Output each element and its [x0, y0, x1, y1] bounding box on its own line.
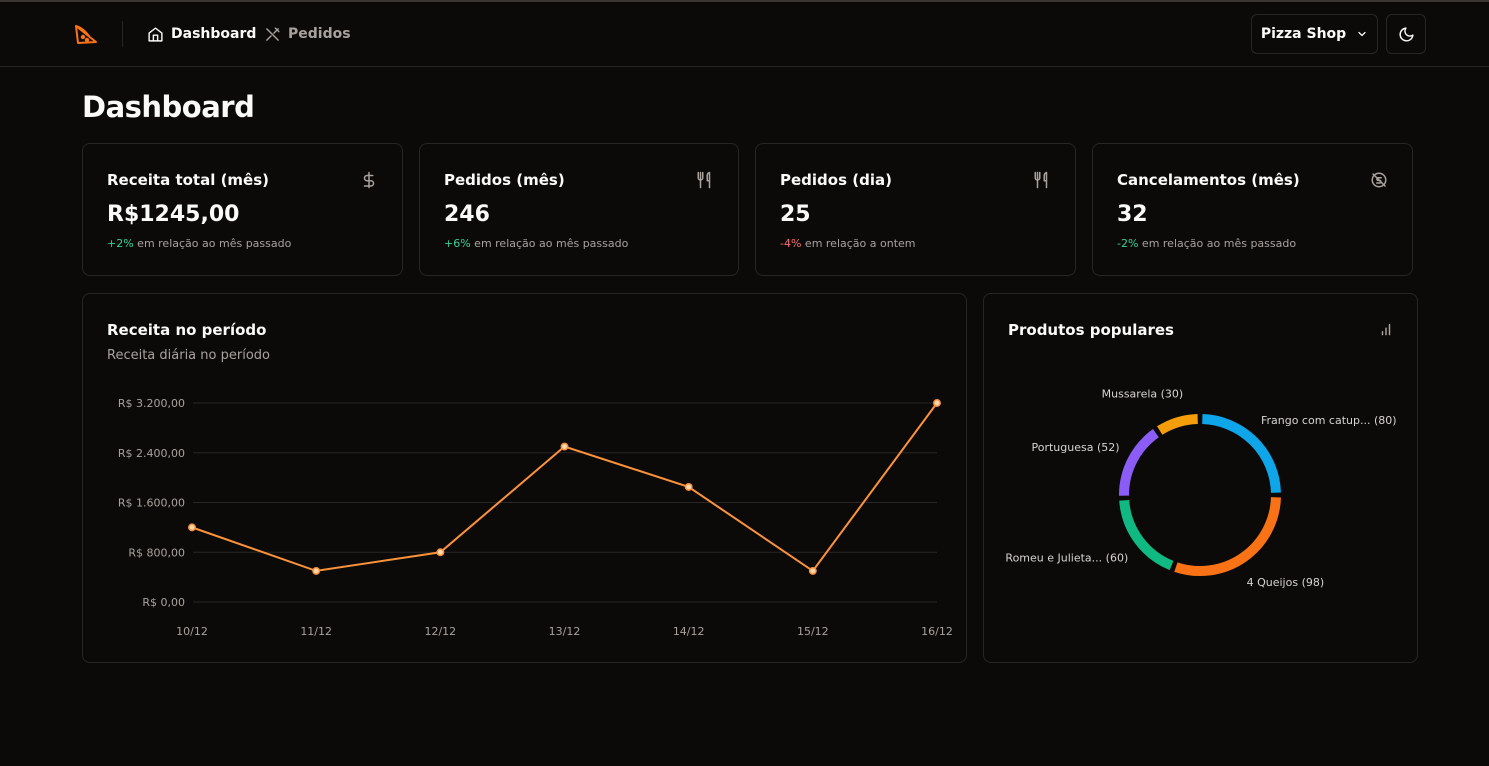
- theme-toggle-button[interactable]: [1386, 14, 1426, 54]
- pizza-logo-icon[interactable]: [73, 22, 99, 46]
- stat-footer-text: em relação ao mês passado: [474, 237, 629, 250]
- y-tick-label: R$ 1.600,00: [118, 497, 185, 510]
- donut-slice-label: Mussarela (30): [1102, 388, 1184, 401]
- revenue-series-line: [191, 402, 938, 573]
- data-point[interactable]: [684, 483, 693, 491]
- nav-orders-link[interactable]: Pedidos: [264, 23, 351, 45]
- utensils-icon: [697, 171, 711, 189]
- store-name: Pizza Shop: [1260, 26, 1347, 42]
- nav-dashboard-link[interactable]: Dashboard: [147, 23, 256, 45]
- popular-products-donut-chart: Frango com catup... (80) 4 Queijos (98) Ro…: [1005, 388, 1397, 589]
- stat-title: Cancelamentos (mês): [1117, 171, 1300, 189]
- stat-delta: +6%: [444, 237, 471, 250]
- donut-slice-label: 4 Queijos (98): [1247, 576, 1325, 589]
- data-point[interactable]: [436, 548, 445, 557]
- stat-footer: -4% em relação a ontem: [780, 237, 916, 250]
- y-tick-label: R$ 2.400,00: [118, 447, 185, 460]
- data-point[interactable]: [188, 523, 196, 532]
- dollar-off-icon: [1371, 172, 1387, 188]
- stat-value: 246: [444, 202, 490, 227]
- stat-footer-text: em relação ao mês passado: [137, 237, 292, 250]
- y-tick-label: R$ 800,00: [128, 546, 185, 559]
- stat-value: R$1245,00: [107, 202, 240, 227]
- data-point[interactable]: [933, 399, 941, 407]
- chevron-down-icon: [1358, 31, 1366, 37]
- revenue-chart-card: Receita no período Receita diária no per…: [82, 293, 967, 663]
- donut-slice-label: Frango com catup... (80): [1261, 414, 1397, 427]
- x-tick-label: 14/12: [673, 625, 705, 638]
- nav-dashboard-label: Dashboard: [171, 26, 257, 42]
- donut-slice[interactable]: [1157, 414, 1199, 435]
- stat-footer-text: em relação a ontem: [804, 237, 916, 250]
- stat-value: 32: [1117, 202, 1148, 227]
- utensils-crossed-icon: [266, 26, 280, 41]
- stat-delta: +2%: [107, 237, 134, 250]
- stat-footer: +2% em relação ao mês passado: [107, 237, 291, 250]
- nav-orders-label: Pedidos: [288, 26, 351, 42]
- donut-slice[interactable]: [1119, 429, 1159, 496]
- donut-slice-label: Portuguesa (52): [1031, 441, 1119, 454]
- stat-footer: +6% em relação ao mês passado: [444, 237, 628, 250]
- donut-slice[interactable]: [1202, 414, 1281, 493]
- stat-card-orders-day: Pedidos (dia) 25 -4% em relação a ontem: [755, 143, 1076, 276]
- stat-delta: -2%: [1117, 237, 1139, 250]
- store-selector-button[interactable]: Pizza Shop: [1251, 14, 1378, 54]
- dollar-sign-icon: [363, 171, 375, 189]
- x-tick-label: 12/12: [424, 625, 456, 638]
- stat-card-revenue-month: Receita total (mês) R$1245,00 +2% em rel…: [82, 143, 403, 276]
- data-point[interactable]: [808, 566, 817, 575]
- stat-footer: -2% em relação ao mês passado: [1117, 237, 1296, 250]
- x-tick-label: 15/12: [797, 625, 829, 638]
- utensils-icon: [1034, 171, 1048, 189]
- home-icon: [148, 26, 163, 42]
- revenue-line-chart: R$ 0,00 R$ 800,00 R$ 1.600,00 R$ 2.400,00 R$…: [118, 397, 953, 638]
- stat-card-cancellations-month: Cancelamentos (mês) 32 -2% em relação ao…: [1092, 143, 1413, 276]
- donut-slice[interactable]: [1119, 499, 1174, 571]
- x-tick-label: 10/12: [176, 625, 208, 638]
- moon-icon: [1399, 26, 1414, 41]
- page-title: Dashboard: [82, 90, 255, 124]
- stat-delta: -4%: [780, 237, 802, 250]
- data-point[interactable]: [560, 442, 569, 451]
- stat-title: Pedidos (dia): [780, 171, 892, 189]
- x-tick-label: 13/12: [549, 625, 581, 638]
- data-point[interactable]: [312, 566, 321, 575]
- stat-title: Pedidos (mês): [444, 171, 565, 189]
- donut-slice[interactable]: [1174, 497, 1281, 576]
- header-divider: [122, 21, 123, 47]
- stat-title: Receita total (mês): [107, 171, 270, 189]
- app-header: Dashboard Pedidos Pizza Shop: [0, 2, 1489, 67]
- y-tick-label: R$ 0,00: [142, 596, 185, 609]
- stat-card-orders-month: Pedidos (mês) 246 +6% em relação ao mês …: [419, 143, 739, 276]
- stat-footer-text: em relação ao mês passado: [1141, 237, 1297, 250]
- stat-value: 25: [780, 202, 811, 227]
- donut-slice-label: Romeu e Julieta... (60): [1005, 551, 1128, 564]
- x-tick-label: 11/12: [300, 625, 332, 638]
- popular-products-card: Produtos populares Frango com catup... (…: [983, 293, 1418, 663]
- x-tick-label: 16/12: [921, 625, 953, 638]
- y-tick-label: R$ 3.200,00: [118, 397, 185, 410]
